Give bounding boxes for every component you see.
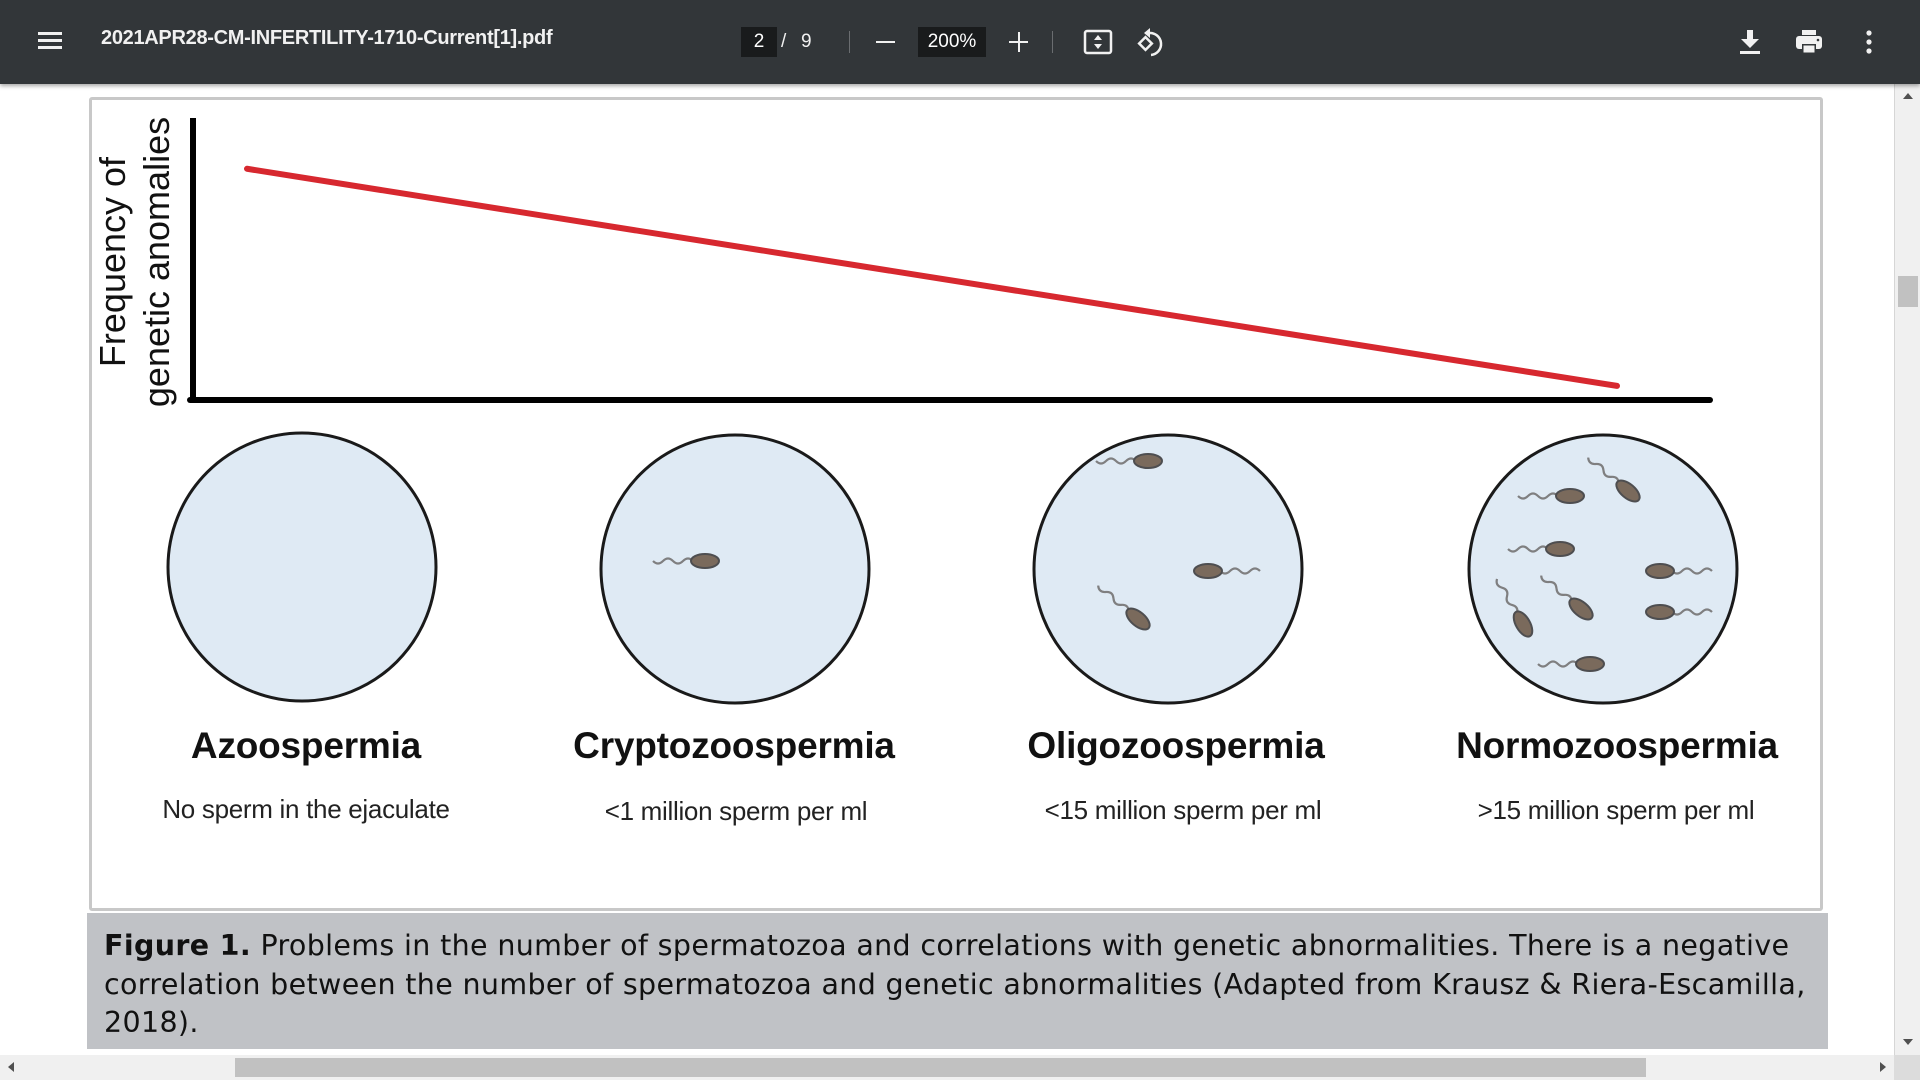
horizontal-scrollbar-thumb[interactable] <box>235 1058 1646 1077</box>
pdf-toolbar: 2021APR28-CM-INFERTILITY-1710-Current[1]… <box>0 0 1920 84</box>
page-number-input[interactable]: 2 <box>741 27 777 57</box>
print-button[interactable] <box>1793 27 1825 57</box>
rotate-counterclockwise-icon <box>1137 28 1163 57</box>
more-actions-button[interactable] <box>1854 27 1884 57</box>
category-title-normozoospermia: Normozoospermia <box>1456 725 1778 766</box>
caption-text: Problems in the number of spermatozoa an… <box>104 929 1806 1039</box>
category-description-normozoospermia: >15 million sperm per ml <box>1477 795 1755 825</box>
menu-button[interactable] <box>36 28 64 56</box>
print-icon <box>1796 30 1822 54</box>
figure-caption: Figure 1. Problems in the number of sper… <box>87 913 1828 1049</box>
vertical-scrollbar[interactable] <box>1894 84 1920 1055</box>
zoom-level-input[interactable]: 200% <box>918 27 986 57</box>
toolbar-divider <box>1052 31 1053 53</box>
hamburger-menu-icon <box>36 32 64 49</box>
total-pages: 9 <box>801 31 812 52</box>
download-icon <box>1740 30 1760 54</box>
fit-to-page-icon <box>1083 29 1113 55</box>
vertical-scrollbar-thumb[interactable] <box>1898 276 1918 307</box>
scroll-right-arrow-icon[interactable] <box>1880 1062 1886 1072</box>
scroll-left-arrow-icon[interactable] <box>8 1062 14 1072</box>
category-title-azoospermia: Azoospermia <box>190 725 422 766</box>
zoom-out-button[interactable] <box>871 26 901 58</box>
scroll-down-arrow-icon[interactable] <box>1903 1039 1913 1045</box>
category-description-oligozoospermia: <15 million sperm per ml <box>1044 795 1322 825</box>
rotate-button[interactable] <box>1135 26 1167 58</box>
category-title-cryptozoospermia: Cryptozoospermia <box>573 725 895 766</box>
zoom-in-button[interactable] <box>1003 26 1033 58</box>
page-separator: / <box>781 31 787 52</box>
document-title: 2021APR28-CM-INFERTILITY-1710-Current[1]… <box>101 27 553 49</box>
horizontal-scrollbar[interactable] <box>0 1055 1894 1080</box>
category-title-oligozoospermia: Oligozoospermia <box>1027 725 1325 766</box>
scroll-up-arrow-icon[interactable] <box>1903 93 1913 99</box>
fit-to-page-button[interactable] <box>1083 28 1113 56</box>
y-axis-label-line2: genetic anomalies <box>136 116 177 408</box>
y-axis-label: Frequency of genetic anomalies <box>90 102 180 422</box>
category-description-cryptozoospermia: <1 million sperm per ml <box>604 796 868 826</box>
category-description-azoospermia: No sperm in the ejaculate <box>162 794 450 824</box>
scrollbar-corner <box>1894 1055 1920 1080</box>
y-axis-label-line1: Frequency of <box>92 156 133 368</box>
caption-label: Figure 1. <box>104 929 252 962</box>
toolbar-divider <box>849 31 850 53</box>
figure-frame <box>89 97 1823 911</box>
download-button[interactable] <box>1735 27 1765 57</box>
more-vertical-icon <box>1866 30 1872 54</box>
